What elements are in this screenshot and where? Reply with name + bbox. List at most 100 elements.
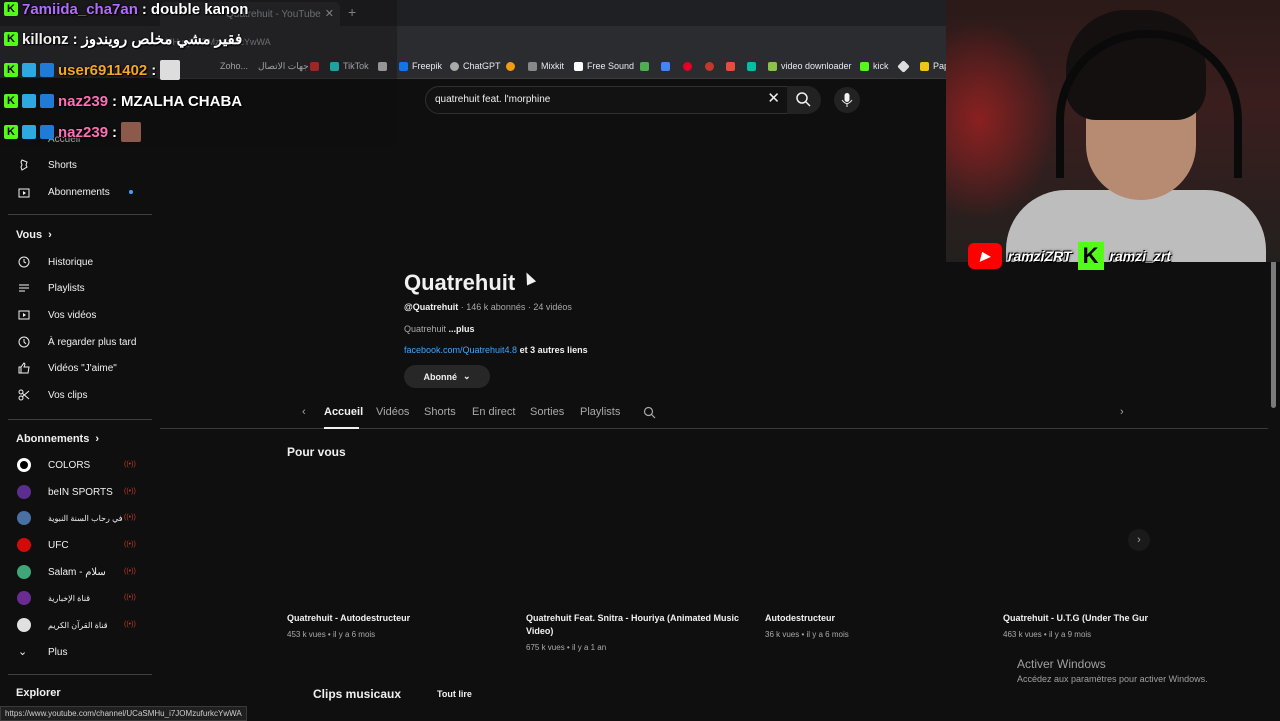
webcam-overlay — [946, 0, 1280, 262]
mouse-cursor — [521, 270, 537, 286]
bookmark-kick[interactable]: kick — [860, 61, 889, 71]
sidebar-you-header[interactable]: Vous › — [16, 229, 52, 241]
bookmark-icon[interactable] — [897, 60, 910, 73]
channel-description[interactable]: Quatrehuit ...plus — [404, 324, 475, 334]
bookmark-chatgpt[interactable]: ChatGPT — [450, 61, 501, 71]
channel-avatar — [17, 538, 31, 552]
other-links-button[interactable]: et 3 autres liens — [520, 345, 588, 355]
sidebar-item-label: Plus — [48, 646, 68, 658]
clear-search-icon[interactable]: ✕ — [767, 91, 780, 107]
bookmark-mixkit[interactable]: Mixkit — [528, 61, 564, 71]
chat-message: K naz239 : — [4, 120, 142, 144]
bookmark-freepik[interactable]: Freepik — [399, 61, 442, 71]
sidebar-item-subscription[interactable]: قناة الإخبارية ((•)) — [0, 585, 158, 611]
live-indicator-icon: ((•)) — [124, 461, 136, 468]
sidebar-item-label: Shorts — [48, 159, 77, 171]
bookmark-icon[interactable] — [705, 62, 714, 71]
subscriber-badge-icon — [22, 63, 36, 77]
tabs-scroll-right-icon[interactable]: › — [1120, 406, 1124, 418]
youtube-handle: ramziZRT — [1008, 248, 1072, 264]
chat-username: 7amiida_cha7an — [22, 0, 138, 18]
video-card[interactable]: Quatrehuit - U.T.G (Under The Gun 463 k … — [1003, 612, 1148, 639]
sidebar-item-label: COLORS — [48, 459, 91, 471]
translate-bookmark-icon[interactable] — [661, 62, 670, 71]
search-button[interactable] — [787, 86, 821, 114]
new-content-dot — [129, 190, 133, 194]
sidebar-item-label: Vos vidéos — [48, 309, 97, 321]
video-card[interactable]: Autodestructeur 36 k vues • il y a 6 moi… — [765, 612, 985, 639]
sidebar-item-label: UFC — [48, 539, 69, 551]
tab-playlists[interactable]: Playlists — [580, 406, 620, 418]
subscribed-label: Abonné — [423, 371, 457, 382]
youtube-logo-icon: ▶ — [968, 243, 1002, 269]
search-input[interactable]: quatrehuit feat. l'morphine ✕ — [425, 86, 789, 114]
subscriptions-icon — [18, 188, 30, 198]
sidebar-item-shorts[interactable]: Shorts — [0, 152, 158, 178]
video-card[interactable]: Quatrehuit Feat. Snitra - Houriya (Anima… — [526, 612, 746, 652]
tab-home[interactable]: Accueil — [324, 406, 363, 418]
chat-message: K naz239 : MZALHA CHABA — [4, 89, 242, 113]
sidebar-item-subscriptions[interactable]: Abonnements — [0, 179, 158, 205]
voice-search-button[interactable] — [834, 87, 860, 113]
tab-releases[interactable]: Sorties — [530, 406, 564, 418]
bookmark-icon[interactable] — [506, 62, 515, 71]
bookmark-pap[interactable]: Pap — [920, 61, 949, 71]
pinterest-bookmark-icon[interactable] — [683, 62, 692, 71]
play-all-button[interactable]: Tout lire — [437, 689, 472, 699]
live-indicator-icon: ((•)) — [124, 541, 136, 548]
video-title[interactable]: Autodestructeur — [765, 612, 985, 625]
bookmark-video-downloader[interactable]: video downloader — [768, 61, 852, 71]
sidebar-item-subscription[interactable]: beIN SPORTS ((•)) — [0, 479, 158, 505]
sidebar-item-label: Playlists — [48, 282, 85, 294]
channel-description-text: Quatrehuit — [404, 324, 447, 334]
video-card[interactable]: Quatrehuit - Autodestructeur 453 k vues … — [287, 612, 507, 639]
sidebar-item-subscription[interactable]: COLORS ((•)) — [0, 452, 158, 478]
sidebar-subscriptions-label: Abonnements — [16, 433, 90, 445]
sidebar-subscriptions-header[interactable]: Abonnements › — [16, 433, 99, 445]
search-query: quatrehuit feat. l'morphine — [435, 94, 551, 105]
sidebar-item-subscription[interactable]: UFC ((•)) — [0, 532, 158, 558]
sidebar-item-your-clips[interactable]: Vos clips — [0, 382, 158, 408]
clips-section-title: Clips musicaux — [313, 687, 402, 701]
description-more-link[interactable]: ...plus — [449, 324, 475, 334]
subscribed-button[interactable]: Abonné ⌄ — [404, 365, 490, 388]
sidebar-item-liked-videos[interactable]: Vidéos "J'aime" — [0, 355, 158, 381]
bookmark-icon[interactable] — [640, 62, 649, 71]
sidebar-item-watch-later[interactable]: À regarder plus tard — [0, 329, 158, 355]
sidebar-item-your-videos[interactable]: Vos vidéos — [0, 302, 158, 328]
video-title[interactable]: Quatrehuit Feat. Snitra - Houriya (Anima… — [526, 612, 746, 638]
video-title[interactable]: Quatrehuit - U.T.G (Under The Gun — [1003, 612, 1148, 625]
sidebar-item-subscription[interactable]: في رحاب السنة النبوية ((•)) — [0, 505, 158, 531]
emote-icon — [121, 122, 142, 142]
sidebar-item-label: beIN SPORTS — [48, 486, 113, 498]
bookmark-icon[interactable] — [726, 62, 735, 71]
sidebar-item-subscription[interactable]: Salam - سلام ((•)) — [0, 559, 158, 585]
tab-live[interactable]: En direct — [472, 406, 515, 418]
sidebar-item-label: Salam - سلام — [48, 566, 106, 578]
sidebar-item-label: قناة الإخبارية — [48, 593, 91, 603]
chat-message: K user6911402 : — [4, 58, 181, 82]
bookmark-icon[interactable] — [747, 62, 756, 71]
carousel-next-button[interactable]: › — [1128, 529, 1150, 551]
sidebar-item-label: Historique — [48, 256, 94, 268]
scrollbar[interactable] — [1271, 260, 1276, 408]
sidebar-item-label: في رحاب السنة النبوية — [48, 513, 123, 523]
sidebar-item-more[interactable]: ⌄ Plus — [0, 639, 158, 665]
section-title: Pour vous — [287, 445, 346, 459]
kick-badge-icon: K — [4, 63, 18, 77]
chat-text: فقير مشي مخلص رويندوز — [81, 31, 243, 48]
sidebar-item-history[interactable]: Historique — [0, 249, 158, 275]
video-title[interactable]: Quatrehuit - Autodestructeur — [287, 612, 507, 625]
live-indicator-icon: ((•)) — [124, 514, 136, 521]
channel-search-icon[interactable] — [643, 406, 656, 419]
tab-shorts[interactable]: Shorts — [424, 406, 456, 418]
facebook-link[interactable]: facebook.com/Quatrehuit4.8 — [404, 345, 517, 355]
sidebar-item-playlists[interactable]: Playlists — [0, 275, 158, 301]
sidebar-item-subscription[interactable]: قناة القرآن الكريم ((•)) — [0, 612, 158, 638]
bookmark-freesound[interactable]: Free Sound — [574, 61, 634, 71]
sidebar-item-label: À regarder plus tard — [48, 336, 137, 348]
tabs-scroll-left-icon[interactable]: ‹ — [302, 406, 306, 418]
status-bar-url: https://www.youtube.com/channel/UCaSMHu_… — [0, 706, 247, 721]
chat-username: naz239 — [58, 92, 109, 110]
tab-videos[interactable]: Vidéos — [376, 406, 409, 418]
